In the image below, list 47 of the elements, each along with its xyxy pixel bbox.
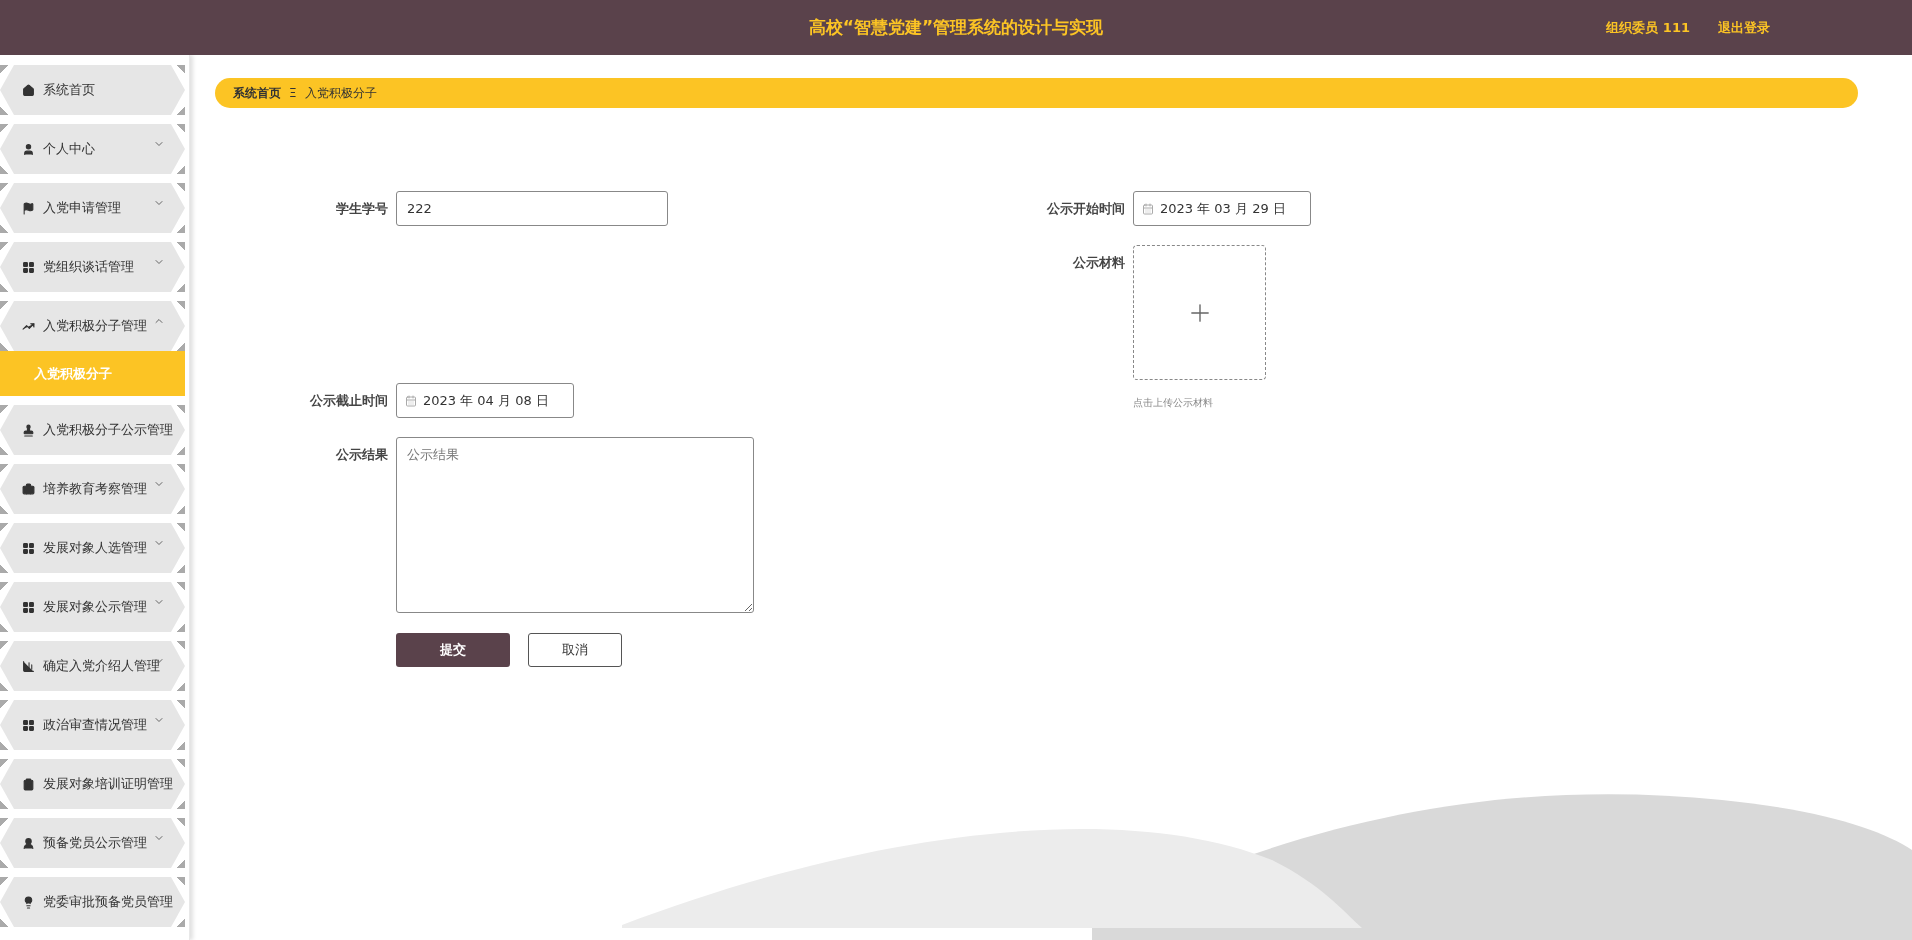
- grid-icon: [22, 600, 35, 614]
- sidebar-item[interactable]: 发展对象人选管理: [0, 523, 185, 573]
- sidebar-item[interactable]: 预备党员公示管理: [0, 818, 185, 868]
- briefcase-icon: [22, 482, 35, 496]
- flag-icon: [22, 201, 35, 215]
- grid-icon: [22, 260, 35, 274]
- date-field[interactable]: 2023 年 04 月 08 日: [396, 383, 574, 418]
- upload-hint: 点击上传公示材料: [1133, 396, 1214, 410]
- field-label: 学生学号: [335, 200, 388, 218]
- field-label: 公示开始时间: [1046, 200, 1125, 218]
- upload-box[interactable]: [1133, 245, 1266, 380]
- sidebar-item[interactable]: 系统首页: [0, 65, 185, 115]
- grid-icon: [22, 541, 35, 555]
- sidebar-item[interactable]: 确定入党介绍人管理: [0, 641, 185, 691]
- stamp-icon: [22, 423, 35, 437]
- user-name: 组织委员 111: [1606, 18, 1690, 37]
- field-label: 公示材料: [1072, 254, 1125, 272]
- result-textarea[interactable]: 公示结果: [396, 437, 754, 613]
- grid-icon: [22, 718, 35, 732]
- user-icon: [22, 836, 35, 850]
- field-label: 公示截止时间: [309, 392, 388, 410]
- sidebar-item[interactable]: 入党积极分子管理: [0, 301, 185, 351]
- sidebar-item[interactable]: 党组织谈话管理: [0, 242, 185, 292]
- submit-button[interactable]: 提交: [396, 633, 510, 667]
- sidebar-item[interactable]: 发展对象培训证明管理: [0, 759, 185, 809]
- sidebar-item[interactable]: 政治审查情况管理: [0, 700, 185, 750]
- cancel-button[interactable]: 取消: [528, 633, 622, 667]
- lightbulb-icon: [22, 895, 35, 909]
- sidebar-item[interactable]: 个人中心: [0, 124, 185, 174]
- sidebar-item[interactable]: 党委审批预备党员管理: [0, 877, 185, 927]
- sidebar-item[interactable]: 培养教育考察管理: [0, 464, 185, 514]
- home-icon: [22, 83, 35, 97]
- student-id-field[interactable]: 222: [396, 191, 668, 226]
- sidebar-item[interactable]: 入党申请管理: [0, 183, 185, 233]
- date-field[interactable]: 2023 年 03 月 29 日: [1133, 191, 1311, 226]
- logout-link[interactable]: 退出登录: [1718, 18, 1770, 37]
- sidebar-item[interactable]: 发展对象公示管理: [0, 582, 185, 632]
- field-label: 公示结果: [335, 446, 388, 464]
- user-icon: [22, 142, 35, 156]
- breadcrumb-current: 入党积极分子: [304, 84, 377, 102]
- sidebar-item[interactable]: 入党积极分子公示管理: [0, 405, 185, 455]
- breadcrumb-separator: Ξ: [289, 86, 297, 100]
- calendar-icon: [405, 394, 417, 407]
- calendar-icon: [1142, 202, 1154, 215]
- clipboard-icon: [22, 777, 35, 791]
- app-title: 高校“智慧党建”管理系统的设计与实现: [808, 16, 1104, 39]
- breadcrumb-home-link[interactable]: 系统首页: [233, 84, 281, 102]
